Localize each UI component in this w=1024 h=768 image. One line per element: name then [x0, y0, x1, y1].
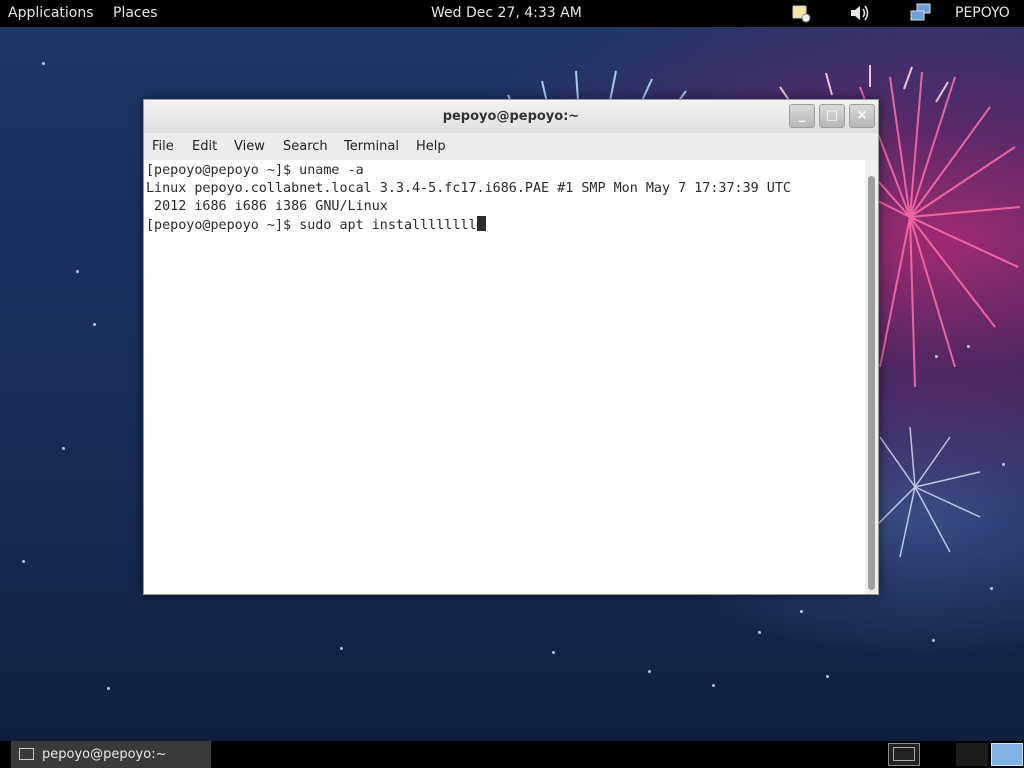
volume-icon[interactable]	[849, 3, 871, 23]
taskbar-item-label: pepoyo@pepoyo:~	[42, 747, 167, 762]
star	[340, 647, 343, 650]
menu-help[interactable]: Help	[416, 139, 446, 154]
maximize-button[interactable]: □	[819, 104, 845, 128]
menu-terminal[interactable]: Terminal	[344, 139, 399, 154]
terminal-icon	[19, 748, 34, 760]
star	[42, 62, 45, 65]
star	[648, 670, 651, 673]
terminal-output[interactable]: [pepoyo@pepoyo ~]$ uname -a Linux pepoyo…	[144, 160, 864, 594]
network-icon[interactable]	[910, 3, 932, 23]
top-panel: Applications Places Wed Dec 27, 4:33 AM …	[0, 0, 1024, 27]
firework-white-burst	[874, 427, 981, 558]
star	[800, 610, 803, 613]
menu-edit[interactable]: Edit	[192, 139, 217, 154]
star	[22, 560, 25, 563]
menu-view[interactable]: View	[234, 139, 265, 154]
terminal-line: 2012 i686 i686 i386 GNU/Linux	[146, 199, 388, 214]
clock[interactable]: Wed Dec 27, 4:33 AM	[431, 5, 582, 21]
window-title: pepoyo@pepoyo:~	[442, 109, 580, 124]
places-menu[interactable]: Places	[113, 5, 158, 21]
bottom-panel: pepoyo@pepoyo:~	[0, 741, 1024, 768]
user-menu[interactable]: PEPOYO	[955, 5, 1010, 21]
star	[93, 323, 96, 326]
star	[552, 651, 555, 654]
workspace-3[interactable]	[991, 743, 1023, 766]
star	[932, 639, 935, 642]
workspace-2[interactable]	[956, 743, 988, 766]
star	[990, 587, 993, 590]
terminal-prompt-text: [pepoyo@pepoyo ~]$ sudo apt installlllll…	[146, 218, 477, 233]
star	[76, 270, 79, 273]
star	[758, 631, 761, 634]
scrollbar[interactable]	[865, 160, 878, 594]
terminal-window: pepoyo@pepoyo:~ _ □ × File Edit View Sea…	[143, 99, 879, 595]
taskbar-item-terminal[interactable]: pepoyo@pepoyo:~	[11, 741, 211, 768]
window-thumbnail	[893, 747, 915, 761]
terminal-line: [pepoyo@pepoyo ~]$ uname -a	[146, 163, 364, 178]
notification-icon[interactable]	[790, 3, 812, 23]
terminal-line: Linux pepoyo.collabnet.local 3.3.4-5.fc1…	[146, 181, 791, 196]
star	[712, 684, 715, 687]
star	[107, 687, 110, 690]
applications-menu[interactable]: Applications	[8, 5, 94, 21]
terminal-line-current[interactable]: [pepoyo@pepoyo ~]$ sudo apt installlllll…	[146, 216, 486, 235]
close-button[interactable]: ×	[849, 104, 875, 128]
scrollbar-thumb[interactable]	[868, 176, 875, 590]
star	[826, 675, 829, 678]
minimize-button[interactable]: _	[789, 104, 815, 128]
menu-file[interactable]: File	[152, 139, 174, 154]
star	[1002, 463, 1005, 466]
text-cursor	[476, 216, 486, 231]
menu-search[interactable]: Search	[283, 139, 328, 154]
workspace-1[interactable]	[888, 743, 920, 766]
window-titlebar[interactable]: pepoyo@pepoyo:~ _ □ ×	[144, 100, 878, 133]
menu-bar: File Edit View Search Terminal Help	[144, 133, 878, 160]
star	[62, 447, 65, 450]
